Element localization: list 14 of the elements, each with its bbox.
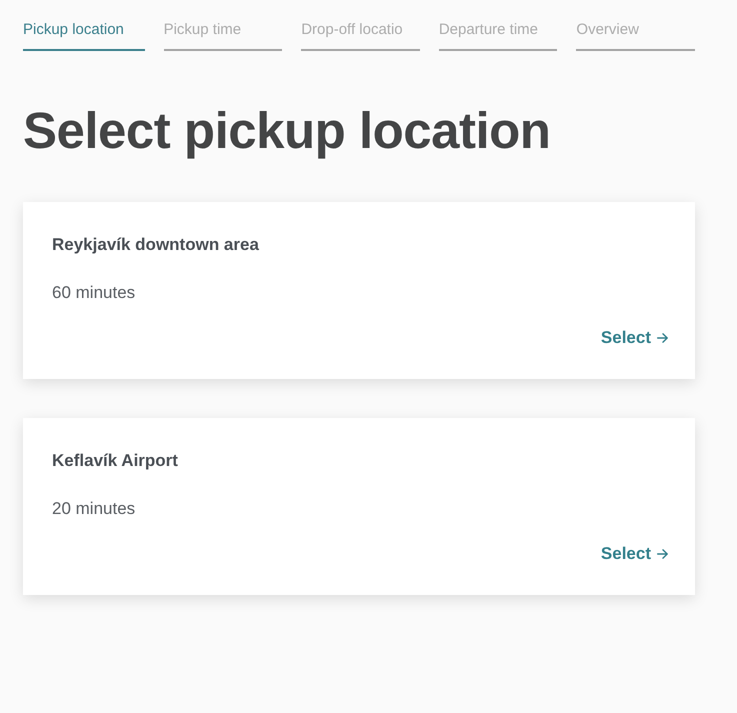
travel-duration: 60 minutes: [52, 282, 136, 304]
step-tab[interactable]: Pickup time: [164, 19, 282, 51]
arrow-right-icon: [657, 549, 668, 559]
arrow-right-icon: [657, 333, 668, 343]
travel-duration: 20 minutes: [52, 498, 136, 520]
page-heading: Select pickup location: [23, 101, 552, 161]
select-button[interactable]: Select: [600, 542, 668, 566]
step-tab[interactable]: Overview: [576, 19, 696, 51]
location-name: Reykjavík downtown area: [52, 234, 259, 256]
step-tab[interactable]: Drop-off locatio: [301, 19, 420, 51]
location-name: Keflavík Airport: [52, 450, 178, 472]
step-tab[interactable]: Pickup location: [23, 19, 145, 51]
step-tab[interactable]: Departure time: [438, 19, 558, 51]
select-button[interactable]: Select: [600, 326, 668, 350]
